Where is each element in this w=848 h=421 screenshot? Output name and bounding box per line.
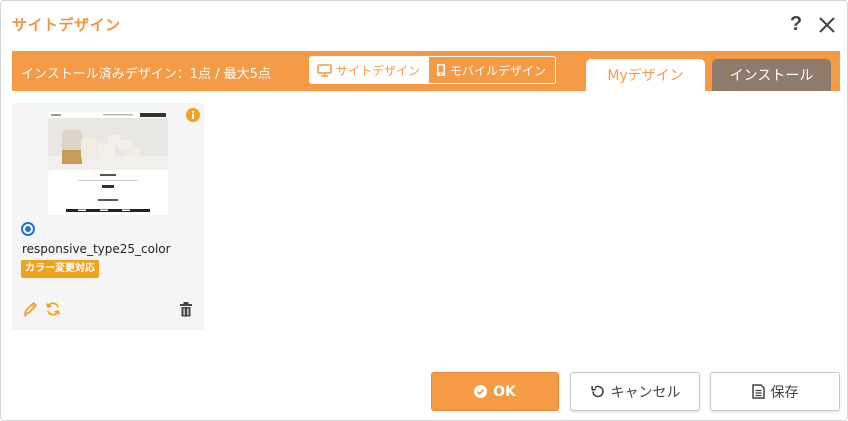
ok-button[interactable]: OK [431, 372, 559, 411]
pencil-icon[interactable] [22, 301, 38, 317]
design-toolbar: インストール済みデザイン：1点 / 最大5点 サイトデザイン モバイルデザイン [12, 51, 840, 91]
close-button[interactable] [818, 16, 836, 34]
installed-count-text: インストール済みデザイン：1点 / 最大5点 [21, 67, 271, 82]
site-design-toggle[interactable]: サイトデザイン [310, 57, 428, 83]
dialog-title: サイトデザイン [12, 16, 121, 34]
cancel-button-label: キャンセル [610, 384, 681, 401]
design-select-radio[interactable] [21, 222, 35, 236]
mobile-design-toggle-label: モバイルデザイン [450, 63, 547, 78]
mobile-design-toggle[interactable]: モバイルデザイン [428, 57, 555, 83]
mobile-icon [437, 64, 445, 76]
trash-icon[interactable] [178, 301, 194, 317]
design-thumbnail[interactable] [48, 112, 168, 215]
site-design-toggle-label: サイトデザイン [336, 63, 421, 78]
cancel-button[interactable]: キャンセル [570, 372, 700, 411]
close-icon [819, 17, 835, 33]
tab-my-design[interactable]: Myデザイン [586, 59, 705, 91]
design-preview-image [48, 112, 168, 215]
info-icon[interactable] [186, 108, 200, 122]
undo-icon [590, 385, 604, 398]
color-change-badge: カラー変更対応 [21, 260, 99, 278]
tab-install[interactable]: インストール [712, 59, 831, 91]
site-design-dialog: サイトデザイン ? インストール済みデザイン：1点 / 最大5点 サイトデザイン [0, 0, 848, 421]
view-toggle: サイトデザイン モバイルデザイン [309, 56, 556, 84]
help-button[interactable]: ? [787, 13, 805, 35]
document-icon [751, 384, 765, 399]
save-button[interactable]: 保存 [710, 372, 840, 411]
refresh-icon[interactable] [45, 301, 61, 317]
save-button-label: 保存 [770, 384, 799, 401]
design-name: responsive_type25_color [22, 242, 171, 256]
ok-button-label: OK [493, 383, 516, 400]
monitor-icon [317, 63, 332, 77]
design-card[interactable]: responsive_type25_color カラー変更対応 [12, 103, 204, 330]
check-circle-icon [474, 385, 488, 398]
